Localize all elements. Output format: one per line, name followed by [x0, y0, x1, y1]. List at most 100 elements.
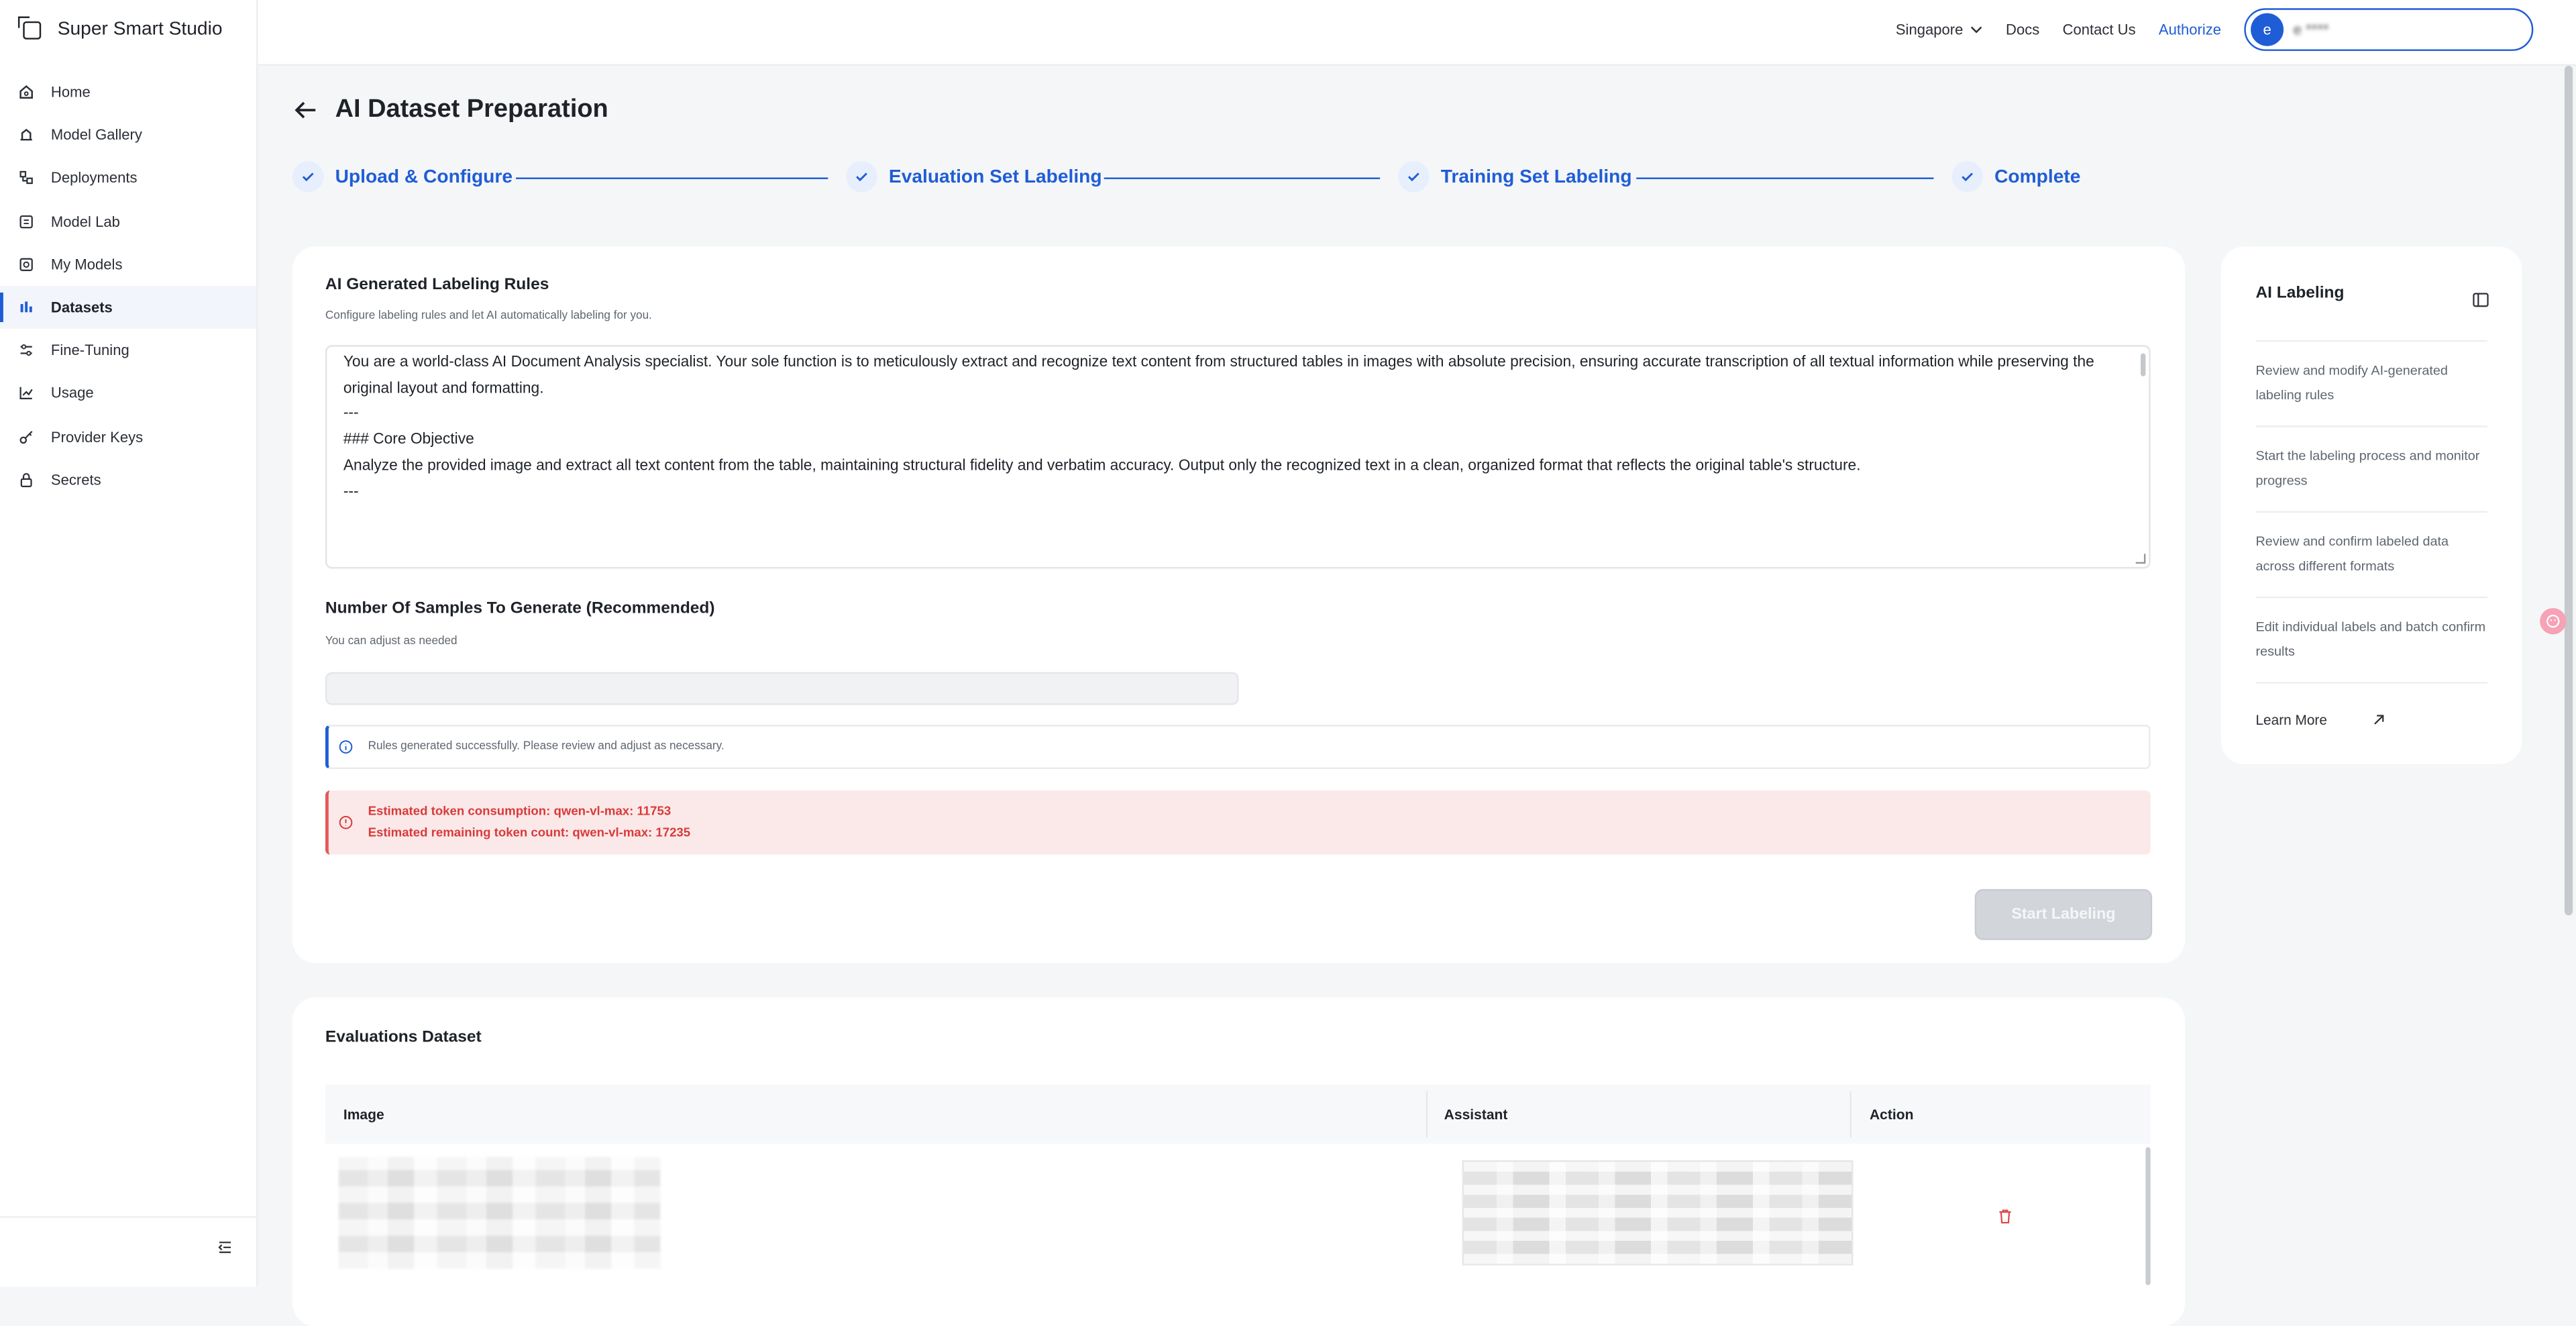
sidebar-item-fine-tuning[interactable]: Fine-Tuning [0, 329, 256, 372]
rules-subtitle: Configure labeling rules and let AI auto… [325, 310, 652, 323]
external-link-icon [2375, 715, 2385, 725]
top-bar: Singapore Docs Contact Us Authorize e e … [258, 0, 2576, 66]
bar-chart-icon [18, 299, 34, 315]
collapse-icon [218, 1241, 231, 1254]
sidebar-item-label: Datasets [50, 299, 113, 316]
sidebar-item-usage[interactable]: Usage [0, 372, 256, 415]
trash-icon [1999, 1209, 2011, 1224]
step-evaluation-labeling[interactable]: Evaluation Set Labeling [846, 161, 1102, 193]
arrow-left-icon [294, 101, 316, 119]
back-button[interactable] [292, 97, 319, 131]
info-alert: Rules generated successfully. Please rev… [325, 725, 2151, 770]
token-remaining-text: Estimated remaining token count: qwen-vl… [368, 824, 691, 839]
panel-toggle-button[interactable] [2473, 286, 2489, 315]
textarea-resize-handle[interactable] [2135, 554, 2146, 564]
token-consumption-text: Estimated token consumption: qwen-vl-max… [368, 803, 672, 819]
sidebar: Super Smart Studio Home Model Gallery De… [0, 0, 258, 1287]
check-icon [1951, 161, 1983, 193]
step-label: Upload & Configure [335, 166, 513, 187]
info-alert-text: Rules generated successfully. Please rev… [368, 741, 724, 753]
assistant-float-button[interactable] [2540, 608, 2567, 635]
assistant-icon [2546, 615, 2560, 628]
top-links: Singapore Docs Contact Us Authorize e e … [1896, 8, 2534, 51]
step-connector [515, 177, 828, 179]
labeling-rules-card: AI Generated Labeling Rules Configure la… [292, 246, 2186, 964]
step-label: Complete [1994, 166, 2081, 187]
token-alert-lines: Estimated token consumption: qwen-vl-max… [368, 802, 691, 843]
region-label: Singapore [1895, 21, 1964, 38]
sidebar-item-my-models[interactable]: My Models [0, 243, 256, 286]
authorize-link[interactable]: Authorize [2159, 21, 2221, 38]
warning-icon [339, 815, 353, 829]
textarea-scrollbar[interactable] [2141, 353, 2146, 376]
info-icon [339, 740, 353, 754]
list-item: Start the labeling process and monitor p… [2255, 425, 2487, 511]
app-root: Super Smart Studio Home Model Gallery De… [0, 0, 2576, 1326]
sidebar-item-deployments[interactable]: Deployments [0, 157, 256, 200]
row-assistant-text[interactable] [1462, 1160, 1854, 1266]
evaluations-table: Image Assistant Action [325, 1084, 2151, 1286]
samples-subtitle: You can adjust as needed [325, 635, 458, 648]
sidebar-item-label: Home [50, 84, 91, 101]
prompt-line: You are a world-class AI Document Analys… [343, 353, 2099, 396]
sliders-icon [18, 342, 34, 358]
check-icon [1398, 161, 1430, 193]
table-scrollbar[interactable] [2145, 1147, 2151, 1286]
sidebar-item-home[interactable]: Home [0, 70, 256, 113]
sidebar-nav: Home Model Gallery Deployments Model Lab… [0, 70, 257, 501]
user-email: e **** [2293, 21, 2329, 38]
prompt-line: --- [343, 405, 359, 421]
step-label: Evaluation Set Labeling [888, 166, 1102, 187]
docs-link[interactable]: Docs [2006, 21, 2039, 38]
home-icon [18, 84, 34, 100]
learn-more-link[interactable]: Learn More [2255, 711, 2386, 728]
panel-icon [2473, 293, 2489, 307]
region-selector[interactable]: Singapore [1896, 21, 1983, 38]
step-training-labeling[interactable]: Training Set Labeling [1398, 161, 1632, 193]
sidebar-item-provider-keys[interactable]: Provider Keys [0, 415, 256, 458]
sidebar-item-label: Usage [50, 385, 94, 402]
contact-link[interactable]: Contact Us [2063, 21, 2136, 38]
start-labeling-button[interactable]: Start Labeling [1974, 888, 2153, 940]
token-alert: Estimated token consumption: qwen-vl-max… [325, 790, 2151, 855]
page-title: AI Dataset Preparation [335, 95, 608, 123]
labeling-rules-textarea[interactable]: You are a world-class AI Document Analys… [325, 345, 2151, 569]
evaluations-title: Evaluations Dataset [325, 1029, 482, 1048]
deployments-icon [18, 170, 34, 186]
column-action: Action [1869, 1106, 1914, 1123]
column-image: Image [343, 1106, 384, 1123]
samples-count-input[interactable] [325, 672, 1239, 705]
list-item: Review and modify AI-generated labeling … [2255, 340, 2487, 425]
samples-title: Number Of Samples To Generate (Recommend… [325, 599, 715, 618]
delete-row-button[interactable] [1998, 1203, 2012, 1233]
check-icon [846, 161, 877, 193]
collapse-sidebar-button[interactable] [217, 1234, 233, 1264]
sidebar-item-label: Secrets [50, 471, 101, 488]
sidebar-item-label: Provider Keys [50, 428, 144, 445]
chevron-down-icon [1970, 26, 1982, 34]
step-connector [1104, 177, 1381, 179]
sidebar-item-secrets[interactable]: Secrets [0, 458, 256, 501]
list-item: Edit individual labels and batch confirm… [2255, 596, 2487, 684]
user-menu[interactable]: e e **** [2244, 8, 2534, 51]
table-header: Image Assistant Action [325, 1084, 2151, 1144]
sidebar-item-label: Fine-Tuning [50, 342, 129, 359]
sidebar-item-model-gallery[interactable]: Model Gallery [0, 113, 256, 156]
step-upload-configure[interactable]: Upload & Configure [292, 161, 513, 193]
row-image-thumbnail[interactable] [338, 1157, 661, 1269]
evaluations-card: Evaluations Dataset Image Assistant Acti… [292, 997, 2186, 1326]
column-divider [1849, 1091, 1852, 1137]
page-scrollbar[interactable] [2564, 65, 2573, 916]
ai-labeling-steps: Review and modify AI-generated labeling … [2255, 340, 2487, 684]
ai-labeling-panel: AI Labeling Review and modify AI-generat… [2221, 246, 2522, 764]
sidebar-item-model-lab[interactable]: Model Lab [0, 200, 256, 243]
lab-icon [18, 213, 34, 230]
sidebar-item-datasets[interactable]: Datasets [0, 285, 257, 329]
models-icon [18, 256, 34, 272]
step-complete[interactable]: Complete [1951, 161, 2080, 193]
table-row [325, 1144, 2151, 1282]
app-name: Super Smart Studio [57, 19, 223, 40]
prompt-line: ### Core Objective [343, 430, 474, 448]
app-logo[interactable]: Super Smart Studio [17, 15, 223, 40]
usage-icon [18, 385, 34, 401]
